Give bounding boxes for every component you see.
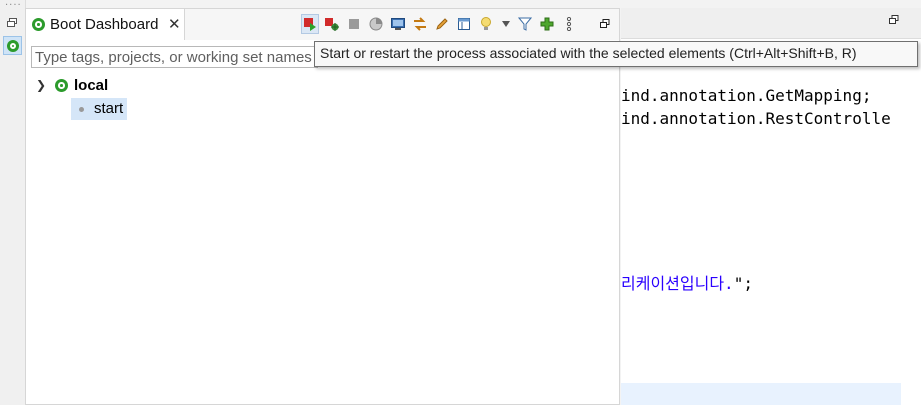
- trim-handle-icon[interactable]: ····: [5, 1, 22, 11]
- left-trim-bar: ····: [0, 0, 26, 405]
- navigate-icon: [414, 17, 426, 31]
- tree-item-start[interactable]: start: [71, 98, 127, 120]
- more-icon: [566, 17, 572, 31]
- restore-icon[interactable]: [6, 17, 18, 29]
- code-editor[interactable]: ind.annotation.GetMapping; ind.annotatio…: [621, 8, 921, 405]
- restore-icon[interactable]: [889, 13, 899, 29]
- code-line-string: 리케이션입니다.";: [621, 270, 753, 294]
- maximize-icon: [600, 19, 610, 28]
- debug-restart-icon: [325, 18, 339, 31]
- code-line: ind.annotation.GetMapping;: [621, 86, 872, 105]
- maximize-button[interactable]: [596, 14, 614, 34]
- debug-restart-button[interactable]: [323, 14, 341, 34]
- view-tab-bar: Boot Dashboard ✕: [26, 9, 619, 40]
- tooltip-text: Start or restart the process associated …: [320, 45, 857, 61]
- string-literal: 리케이션입니다.: [621, 274, 734, 293]
- open-browser-button[interactable]: [389, 14, 407, 34]
- edit-button[interactable]: [433, 14, 451, 34]
- stop-icon: [349, 19, 359, 29]
- view-menu-button[interactable]: [497, 14, 515, 34]
- navigate-button[interactable]: [411, 14, 429, 34]
- editor-tab-bar: [621, 8, 921, 39]
- open-console-button[interactable]: [367, 14, 385, 34]
- boot-dashboard-view: Boot Dashboard ✕ Type tags, projects, or…: [25, 8, 620, 405]
- close-icon[interactable]: ✕: [168, 15, 181, 33]
- view-menu-icon: [502, 21, 510, 27]
- filter-input[interactable]: [32, 47, 317, 67]
- bullet-icon: [79, 107, 84, 112]
- spring-boot-icon: [7, 40, 19, 52]
- tab-label: Boot Dashboard: [50, 16, 159, 33]
- start-restart-icon: [304, 18, 316, 31]
- filter-icon: [518, 17, 532, 31]
- tab-boot-dashboard[interactable]: Boot Dashboard ✕: [26, 9, 185, 40]
- open-console-icon: [369, 17, 383, 31]
- tree-item-label: start: [94, 100, 124, 117]
- spring-boot-icon: [55, 79, 68, 92]
- live-hover-button[interactable]: [477, 14, 495, 34]
- filter-button[interactable]: [516, 14, 534, 34]
- more-button[interactable]: [560, 14, 578, 34]
- start-restart-button[interactable]: [301, 14, 319, 34]
- edit-icon: [436, 18, 448, 30]
- current-line-highlight: [621, 383, 901, 405]
- code-line: ind.annotation.RestControlle: [621, 109, 891, 128]
- add-target-button[interactable]: [538, 14, 556, 34]
- open-browser-icon: [391, 18, 405, 30]
- boot-dashboard-trim-icon[interactable]: [3, 36, 22, 55]
- tree-group-label: local: [74, 77, 109, 94]
- live-hover-icon: [481, 17, 491, 30]
- start-restart-tooltip: Start or restart the process associated …: [314, 41, 918, 67]
- string-line-suffix: ";: [733, 274, 753, 293]
- spring-boot-icon: [32, 18, 45, 31]
- tree-group-local[interactable]: ❯ local: [26, 75, 326, 97]
- add-target-icon: [540, 17, 554, 31]
- properties-button[interactable]: [455, 14, 473, 34]
- stop-button[interactable]: [345, 14, 363, 34]
- chevron-down-icon[interactable]: ❯: [36, 78, 46, 92]
- filter-box: [31, 46, 318, 68]
- properties-icon: [458, 18, 470, 30]
